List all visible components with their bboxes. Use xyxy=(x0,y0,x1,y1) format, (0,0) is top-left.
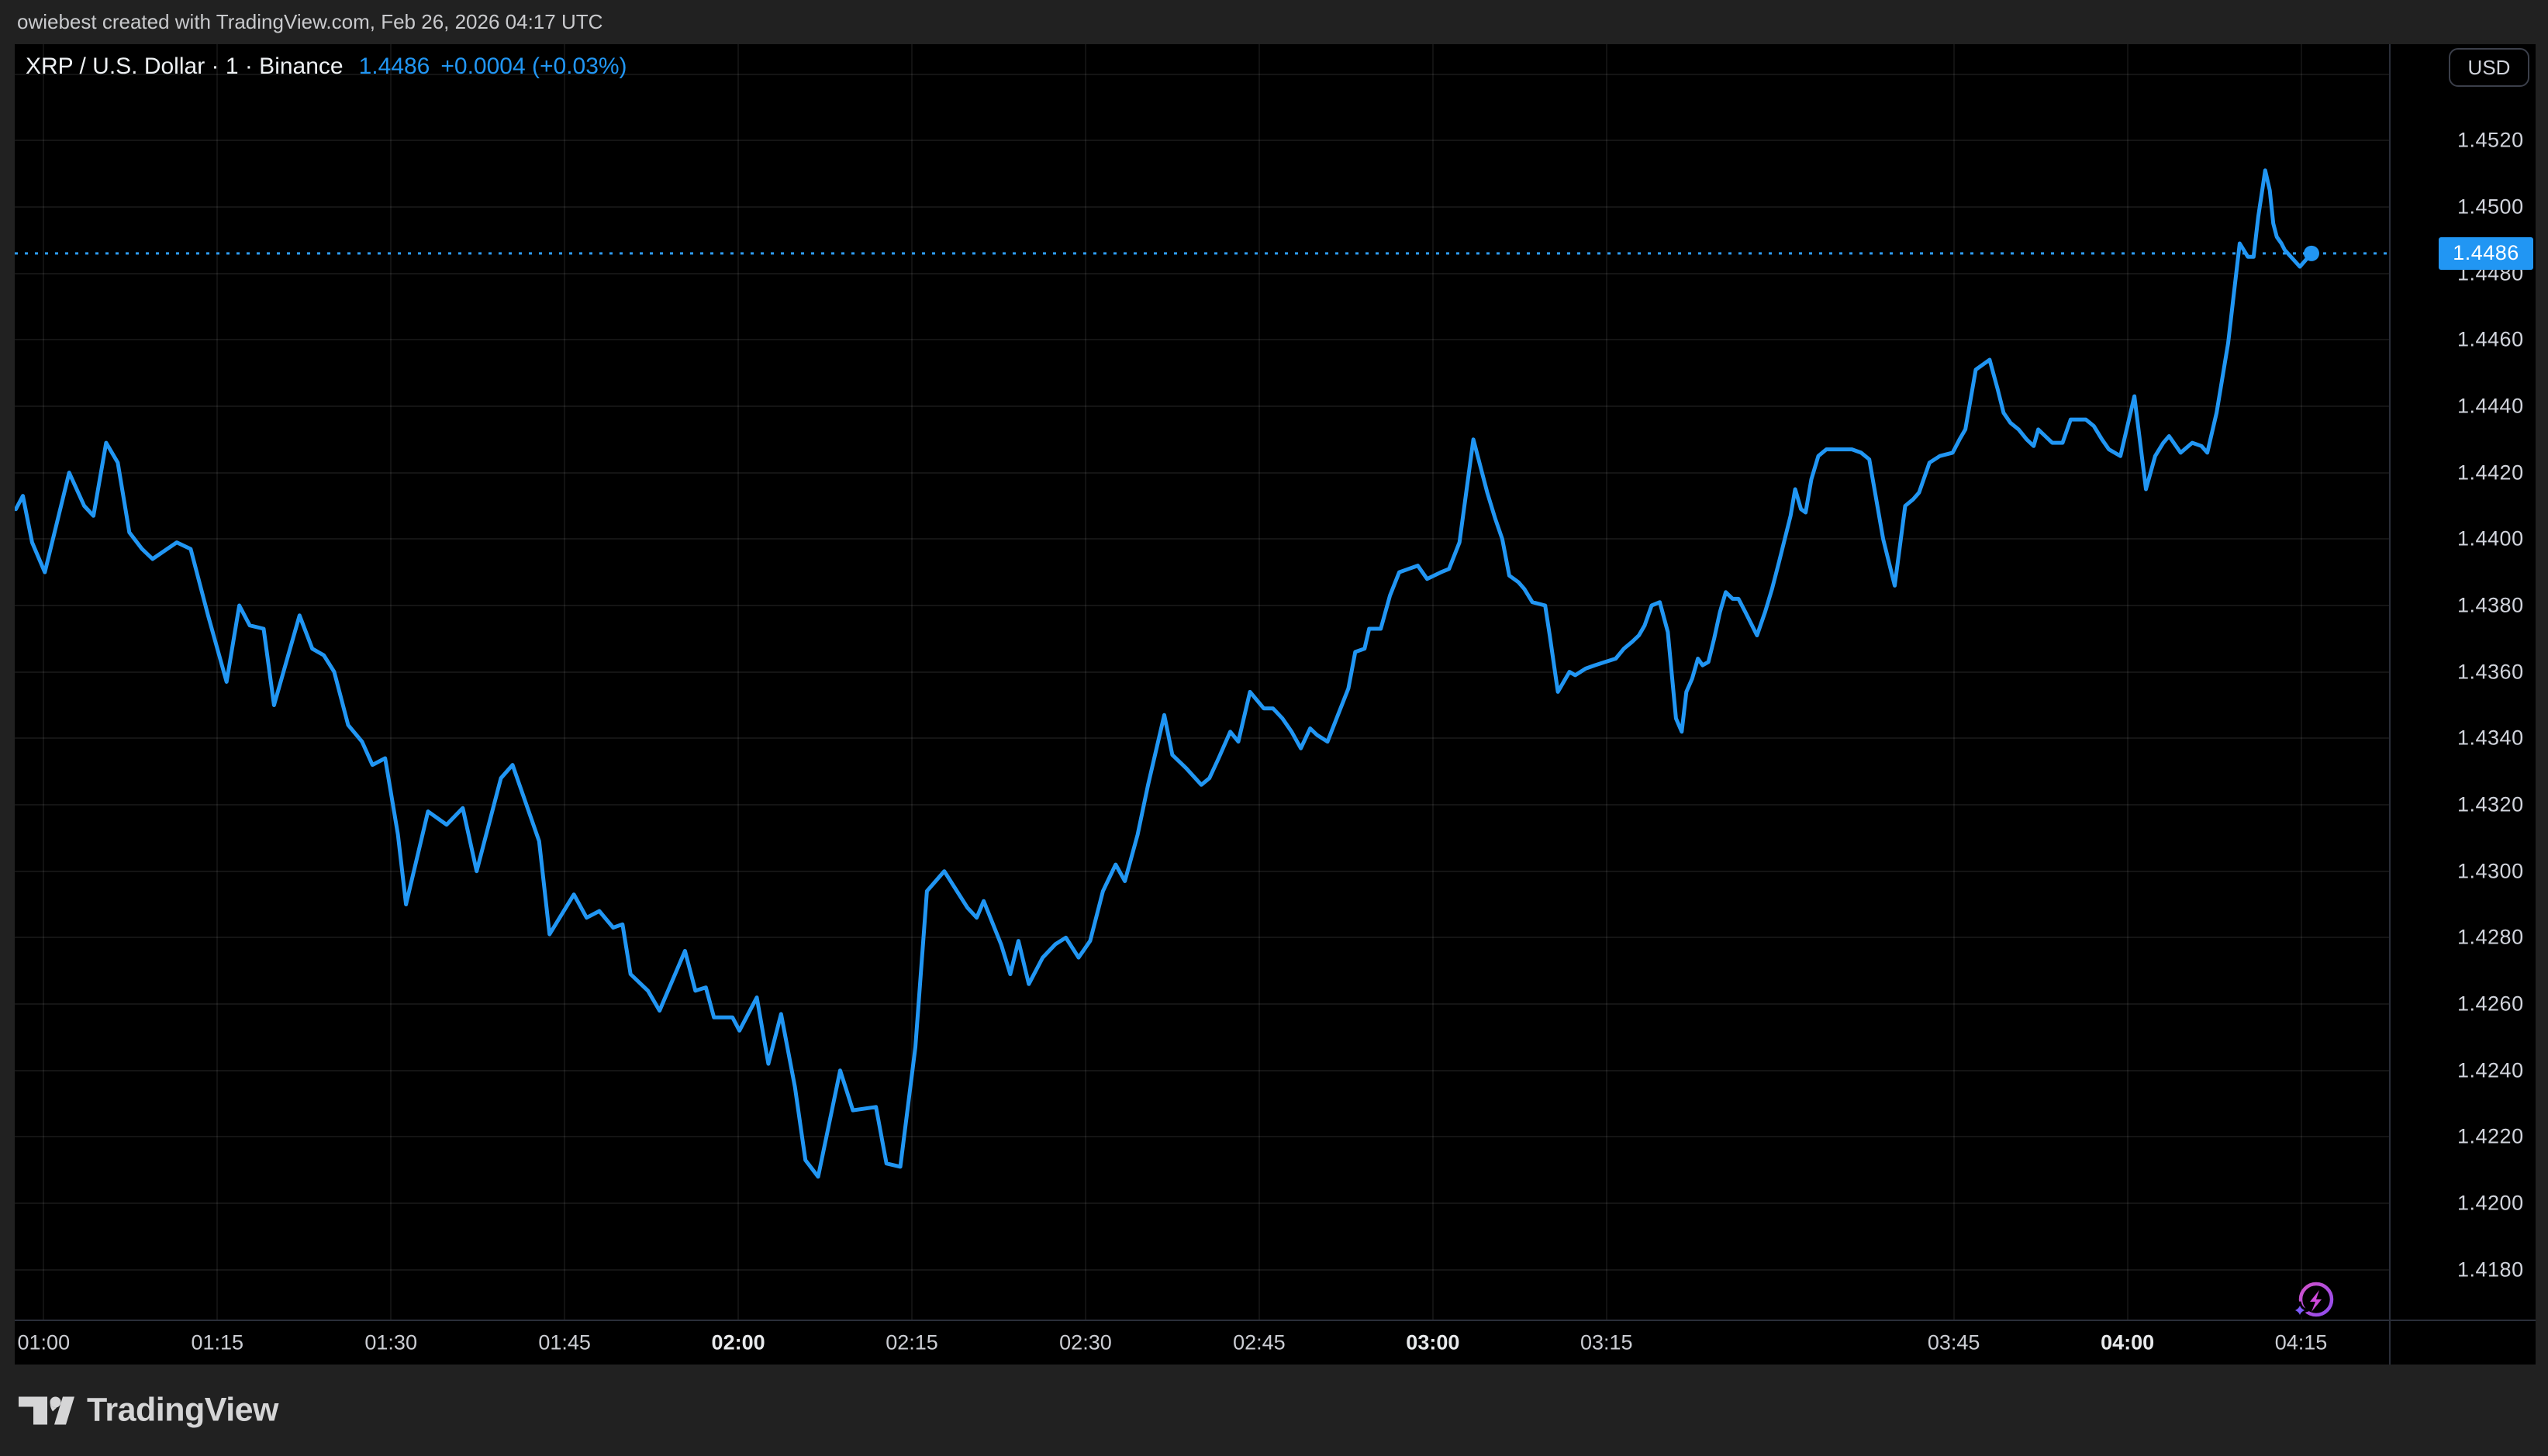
time-tick-label: 02:00 xyxy=(712,1331,765,1355)
last-price-label: 1.4486 xyxy=(2439,237,2533,270)
price-tick-label: 1.4420 xyxy=(2457,461,2524,485)
tradingview-logo[interactable]: TradingView xyxy=(19,1392,278,1430)
symbol-change: +0.0004 (+0.03%) xyxy=(440,53,627,79)
price-tick-label: 1.4220 xyxy=(2457,1125,2524,1149)
price-tick-label: 1.4280 xyxy=(2457,926,2524,950)
price-tick-label: 1.4520 xyxy=(2457,129,2524,153)
tradingview-logo-icon xyxy=(19,1396,74,1424)
price-tick-label: 1.4240 xyxy=(2457,1058,2524,1082)
tradingview-snapshot: owiebest created with TradingView.com, F… xyxy=(0,0,2548,1456)
attribution-text: owiebest created with TradingView.com, F… xyxy=(17,0,602,44)
price-tick-label: 1.4460 xyxy=(2457,328,2524,352)
time-tick-label: 03:45 xyxy=(1928,1331,1980,1355)
price-pane[interactable]: XRP / U.S. Dollar · 1 · Binance 1.4486 +0.… xyxy=(15,44,2389,1320)
chart-widget: XRP / U.S. Dollar · 1 · Binance 1.4486 +0.… xyxy=(15,44,2536,1365)
time-tick-label: 02:45 xyxy=(1233,1331,1286,1355)
sparkle-icon xyxy=(2291,1302,2308,1319)
price-tick-label: 1.4300 xyxy=(2457,859,2524,883)
time-tick-label: 02:15 xyxy=(886,1331,938,1355)
price-tick-label: 1.4260 xyxy=(2457,992,2524,1016)
time-tick-label: 01:45 xyxy=(538,1331,591,1355)
price-tick-label: 1.4440 xyxy=(2457,394,2524,418)
brand-bar: TradingView xyxy=(0,1365,2548,1456)
time-tick-label: 01:30 xyxy=(364,1331,417,1355)
symbol-title: XRP / U.S. Dollar · 1 · Binance xyxy=(26,53,344,79)
currency-unit-button[interactable]: USD xyxy=(2449,48,2529,87)
time-axis[interactable]: 01:00 01:15 01:30 01:45 02:00 02:15 02:30 02:45… xyxy=(15,1321,2389,1365)
symbol-legend-row[interactable]: XRP / U.S. Dollar · 1 · Binance 1.4486 +0.… xyxy=(26,53,627,81)
last-price-dot xyxy=(2304,246,2319,261)
attribution-bar: owiebest created with TradingView.com, F… xyxy=(0,0,2548,44)
chart-canvas[interactable] xyxy=(15,44,2389,1320)
price-tick-label: 1.4500 xyxy=(2457,195,2524,219)
symbol-last-price: 1.4486 xyxy=(359,53,430,79)
price-tick-label: 1.4380 xyxy=(2457,593,2524,617)
price-axis[interactable]: USD 1.45201.45001.44801.44601.44401.4420… xyxy=(2391,44,2536,1320)
logo-wordmark: TradingView xyxy=(87,1392,278,1430)
price-tick-label: 1.4340 xyxy=(2457,726,2524,750)
time-tick-label: 01:00 xyxy=(18,1331,71,1355)
price-line-series xyxy=(16,171,2312,1177)
price-tick-label: 1.4180 xyxy=(2457,1258,2524,1282)
time-tick-label: 02:30 xyxy=(1059,1331,1112,1355)
lightning-bolt-icon xyxy=(2310,1290,2322,1312)
price-tick-label: 1.4320 xyxy=(2457,793,2524,817)
boost-lightning-icon[interactable] xyxy=(2289,1275,2340,1320)
price-tick-label: 1.4360 xyxy=(2457,660,2524,684)
time-tick-label: 04:00 xyxy=(2101,1331,2154,1355)
time-tick-label: 03:00 xyxy=(1406,1331,1459,1355)
time-tick-label: 03:15 xyxy=(1580,1331,1633,1355)
price-tick-label: 1.4400 xyxy=(2457,527,2524,551)
price-tick-label: 1.4200 xyxy=(2457,1192,2524,1216)
time-tick-label: 04:15 xyxy=(2275,1331,2328,1355)
time-tick-label: 01:15 xyxy=(191,1331,243,1355)
